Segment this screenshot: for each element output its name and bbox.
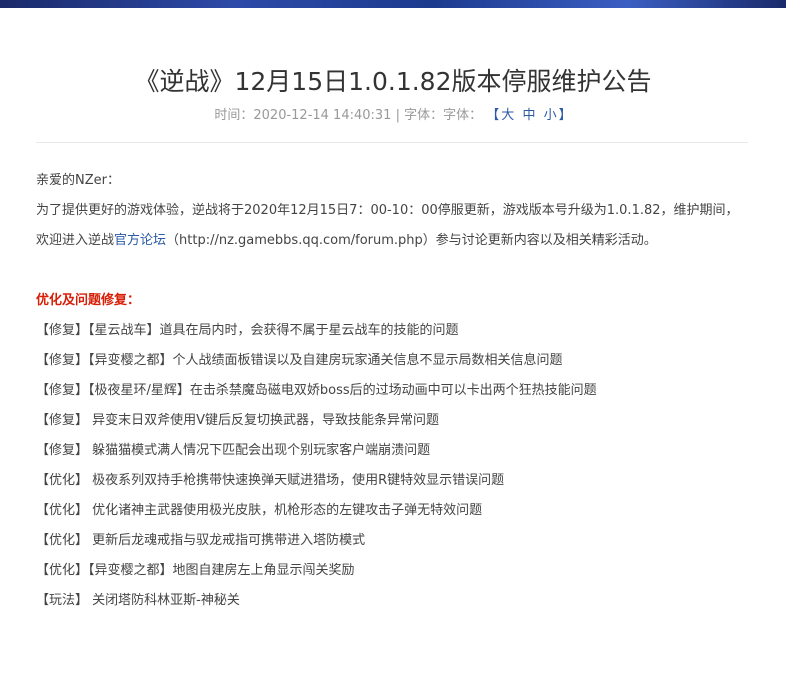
list-item: 【优化】 极夜系列双持手枪携带快速换弹天赋进猎场，使用R键特效显示错误问题 (36, 473, 505, 488)
list-item: 【优化】【异变樱之都】地图自建房左上角显示闯关奖励 (36, 563, 355, 578)
font-bracket-open: 【 (486, 108, 500, 123)
font-bracket-close: 】 (558, 108, 572, 123)
official-forum-link[interactable]: 官方论坛 (114, 233, 166, 248)
article-content: 亲爱的NZer： 为了提供更好的游戏体验，逆战将于2020年12月15日7：00… (36, 166, 750, 616)
font-size-large-button[interactable]: 大 (499, 108, 516, 123)
font-size-small-button[interactable]: 小 (542, 108, 559, 123)
time-label: 时间： (214, 108, 254, 123)
greeting: 亲爱的NZer： (36, 173, 120, 188)
list-item: 【优化】 更新后龙魂戒指与驭龙戒指可携带进入塔防模式 (36, 533, 366, 548)
meta-separator: | (391, 108, 405, 123)
intro-text-2: 参与讨论更新内容以及相关精彩活动。 (435, 233, 657, 248)
list-item: 【修复】 躲猫猫模式满人情况下匹配会出现个别玩家客户端崩溃问题 (36, 443, 431, 458)
list-item: 【修复】【星云战车】道具在局内时，会获得不属于星云战车的技能的问题 (36, 323, 459, 338)
intro-paragraph: 为了提供更好的游戏体验，逆战将于2020年12月15日7：00-10：00停服更… (36, 196, 750, 256)
list-item: 【修复】 异变末日双斧使用V键后反复切换武器，导致技能条异常问题 (36, 413, 440, 428)
page-title: 《逆战》12月15日1.0.1.82版本停服维护公告 (134, 67, 652, 96)
list-item: 【修复】【极夜星环/星辉】在击杀禁魔岛磁电双娇boss后的过场动画中可以卡出两个… (36, 383, 597, 398)
list-item: 【优化】 优化诸神主武器使用极光皮肤，机枪形态的左键攻击子弹无特效问题 (36, 503, 483, 518)
forum-url: （http://nz.gamebbs.qq.com/forum.php） (166, 233, 436, 248)
time-value: 2020-12-14 14:40:31 (253, 108, 392, 123)
list-item: 【修复】【异变樱之都】个人战绩面板错误以及自建房玩家通关信息不显示局数相关信息问… (36, 353, 563, 368)
article-meta: 时间：2020-12-14 14:40:31 | 字体：字体： 【大 中 小】 (0, 106, 786, 126)
font-label: 字体：字体： (404, 108, 483, 123)
list-item: 【玩法】 关闭塔防科林亚斯-神秘关 (36, 593, 240, 608)
font-size-medium-button[interactable]: 中 (520, 108, 537, 123)
title-divider (36, 142, 748, 143)
article: 《逆战》12月15日1.0.1.82版本停服维护公告 时间：2020-12-14… (0, 0, 786, 676)
section-title: 优化及问题修复： (36, 293, 141, 308)
